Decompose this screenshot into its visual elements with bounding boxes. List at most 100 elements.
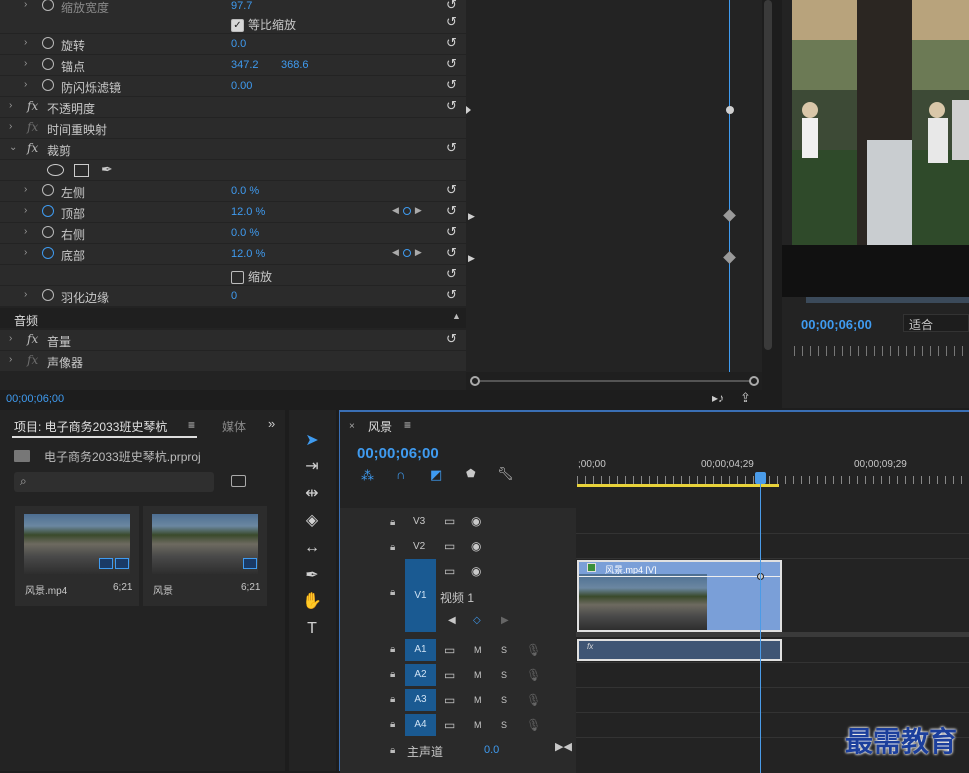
reset-icon[interactable]: ↺ [446,287,457,303]
project-tab[interactable]: 项目: 电子商务2033班史琴杭 [14,418,167,435]
media-tab[interactable]: 媒体 [222,418,246,435]
work-area-bar[interactable] [577,484,779,487]
sync-lock-icon[interactable]: ▭ [444,539,455,553]
mute-button[interactable]: M [474,695,482,705]
expand-arrow-icon[interactable]: ⌄ [9,142,17,153]
mic-icon[interactable]: 🎙︎ [526,643,541,657]
master-value[interactable]: 0.0 [484,744,499,756]
lock-icon[interactable]: 🔒︎ [390,517,395,528]
expand-arrow-icon[interactable]: › [24,289,27,300]
mic-icon[interactable]: 🎙︎ [526,693,541,707]
stopwatch-icon[interactable] [42,226,54,238]
effect-row[interactable]: › 右侧 0.0 % ↺ [0,223,466,244]
stopwatch-icon[interactable] [42,289,54,301]
property-value[interactable]: 12.0 % [231,206,265,218]
expand-arrow-icon[interactable]: › [24,226,27,237]
property-value[interactable]: 0.0 % [231,227,259,239]
eye-icon[interactable]: ◉ [471,514,481,528]
stopwatch-icon[interactable] [42,58,54,70]
reset-icon[interactable]: ↺ [446,0,457,13]
sync-lock-icon[interactable]: ▭ [444,693,455,707]
sync-lock-icon[interactable]: ▭ [444,668,455,682]
monitor-ruler[interactable] [794,346,969,356]
sync-lock-icon[interactable]: ▭ [444,514,455,528]
hand-tool-icon[interactable]: ✋ [297,590,327,614]
solo-button[interactable]: S [501,645,507,655]
bottom-keyframe[interactable] [723,251,736,264]
expand-arrow-icon[interactable]: › [24,79,27,90]
stopwatch-icon[interactable] [42,79,54,91]
track-select-tool-icon[interactable]: ⇥ [297,455,327,479]
search-input[interactable]: ⌕ [14,472,214,492]
fx-icon[interactable]: fx [27,332,38,346]
mic-icon[interactable]: 🎙︎ [526,668,541,682]
stopwatch-icon[interactable] [42,0,54,11]
reset-icon[interactable]: ↺ [446,98,457,114]
master-goto-icon[interactable]: ▶◀ [555,740,572,753]
collapse-icon[interactable]: ▲ [452,311,461,321]
effect-row[interactable]: › fx 不透明度 ↺ [0,97,466,118]
reset-icon[interactable]: ↺ [446,266,457,282]
effect-row[interactable]: › 羽化边缘 0 ↺ [0,286,466,307]
razor-tool-icon[interactable]: ◈ [297,509,327,533]
checkbox[interactable]: 缩放 [231,268,272,285]
keyframe-nav[interactable]: ◀ ▶ [392,247,422,258]
expand-arrow-icon[interactable]: › [9,121,12,132]
expand-arrow-icon[interactable]: › [24,205,27,216]
target-a3[interactable]: A3 [405,689,436,711]
audio-effect-row[interactable]: › fx 音量 ↺ [0,330,466,351]
fit-dropdown[interactable]: 适合 [903,314,969,332]
effect-row[interactable]: › fx 时间重映射 [0,118,466,139]
reset-icon[interactable]: ↺ [446,331,457,347]
linked-selection-icon[interactable]: ◩ [430,467,442,483]
expand-arrow-icon[interactable]: › [9,354,12,365]
lock-icon[interactable]: 🔒︎ [390,719,395,730]
stopwatch-icon[interactable] [42,37,54,49]
keyframe-scrollbar[interactable] [466,372,762,390]
checkbox[interactable]: ✓ 等比缩放 [231,16,296,33]
solo-button[interactable]: S [501,670,507,680]
monitor-timecode[interactable]: 00;00;06;00 [801,317,872,332]
mute-button[interactable]: M [474,670,482,680]
checkbox-box[interactable] [231,271,244,285]
expand-arrow-icon[interactable]: › [24,37,27,48]
target-a2[interactable]: A2 [405,664,436,686]
type-tool-icon[interactable]: T [297,617,327,641]
property-value[interactable]: 0 [231,290,237,302]
property-value[interactable]: 97.7 [231,0,252,12]
scroll-end-handle[interactable] [749,376,759,386]
prev-keyframe-icon[interactable]: ◀ [448,615,456,626]
effects-vscroll[interactable] [762,0,774,390]
expand-arrow-icon[interactable]: › [24,58,27,69]
solo-button[interactable]: S [501,695,507,705]
time-ruler[interactable] [577,476,969,484]
lock-icon[interactable]: 🔒︎ [390,542,395,553]
settings-wrench-icon[interactable]: 🔧︎ [497,466,514,482]
rect-mask-icon[interactable] [74,164,89,177]
export-icon[interactable]: ⇪ [740,390,751,406]
property-value[interactable]: 0.0 [231,38,246,50]
project-item[interactable]: 风景.mp4 6;21 [15,506,139,606]
expand-arrow-icon[interactable]: › [9,333,12,344]
playhead-handle[interactable] [755,472,766,484]
fx-icon[interactable]: fx [27,353,38,367]
video-clip[interactable]: 风景.mp4 [V] [577,560,782,632]
reset-icon[interactable]: ↺ [446,14,457,30]
sequence-tab[interactable]: 风景 [368,418,392,435]
target-a4[interactable]: A4 [405,714,436,736]
lock-icon[interactable]: 🔒︎ [390,694,395,705]
scroll-track[interactable] [480,380,750,382]
effect-row[interactable]: › 锚点 347.2 368.6 ↺ [0,55,466,76]
sync-lock-icon[interactable]: ▭ [444,564,455,578]
slip-tool-icon[interactable]: ↔ [297,536,327,560]
reset-icon[interactable]: ↺ [446,140,457,156]
project-item[interactable]: 风景 6;21 [143,506,267,606]
audio-clip[interactable]: fx [577,639,782,661]
selection-tool-icon[interactable]: ➤ [297,429,327,453]
fx-icon[interactable]: fx [27,120,38,134]
add-keyframe-icon[interactable] [402,248,411,257]
scroll-start-handle[interactable] [470,376,480,386]
reset-icon[interactable]: ↺ [446,203,457,219]
effect-row[interactable]: › 防闪烁滤镜 0.00 ↺ [0,76,466,97]
lock-icon[interactable]: 🔒︎ [390,745,395,756]
